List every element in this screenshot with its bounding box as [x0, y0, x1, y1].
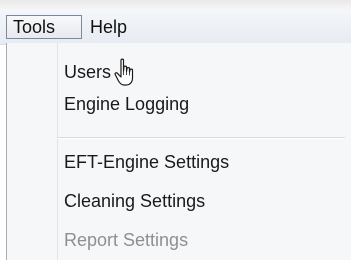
menu-item-users[interactable]: Users	[64, 56, 111, 88]
menu-item-eft-engine-settings[interactable]: EFT-Engine Settings	[64, 146, 229, 178]
top-strip	[0, 0, 351, 10]
menu-help[interactable]: Help	[90, 15, 127, 39]
menu-separator	[57, 137, 345, 139]
menu-tools[interactable]: Tools	[6, 15, 82, 39]
menu-bar: Tools Help	[0, 10, 351, 45]
menu-item-cleaning-settings[interactable]: Cleaning Settings	[64, 185, 205, 217]
menu-item-engine-logging[interactable]: Engine Logging	[64, 88, 189, 120]
menu-item-report-settings: Report Settings	[64, 230, 189, 250]
menu-icon-gutter	[7, 43, 57, 260]
hand-pointer-icon	[114, 58, 134, 86]
gutter-divider	[57, 43, 58, 260]
